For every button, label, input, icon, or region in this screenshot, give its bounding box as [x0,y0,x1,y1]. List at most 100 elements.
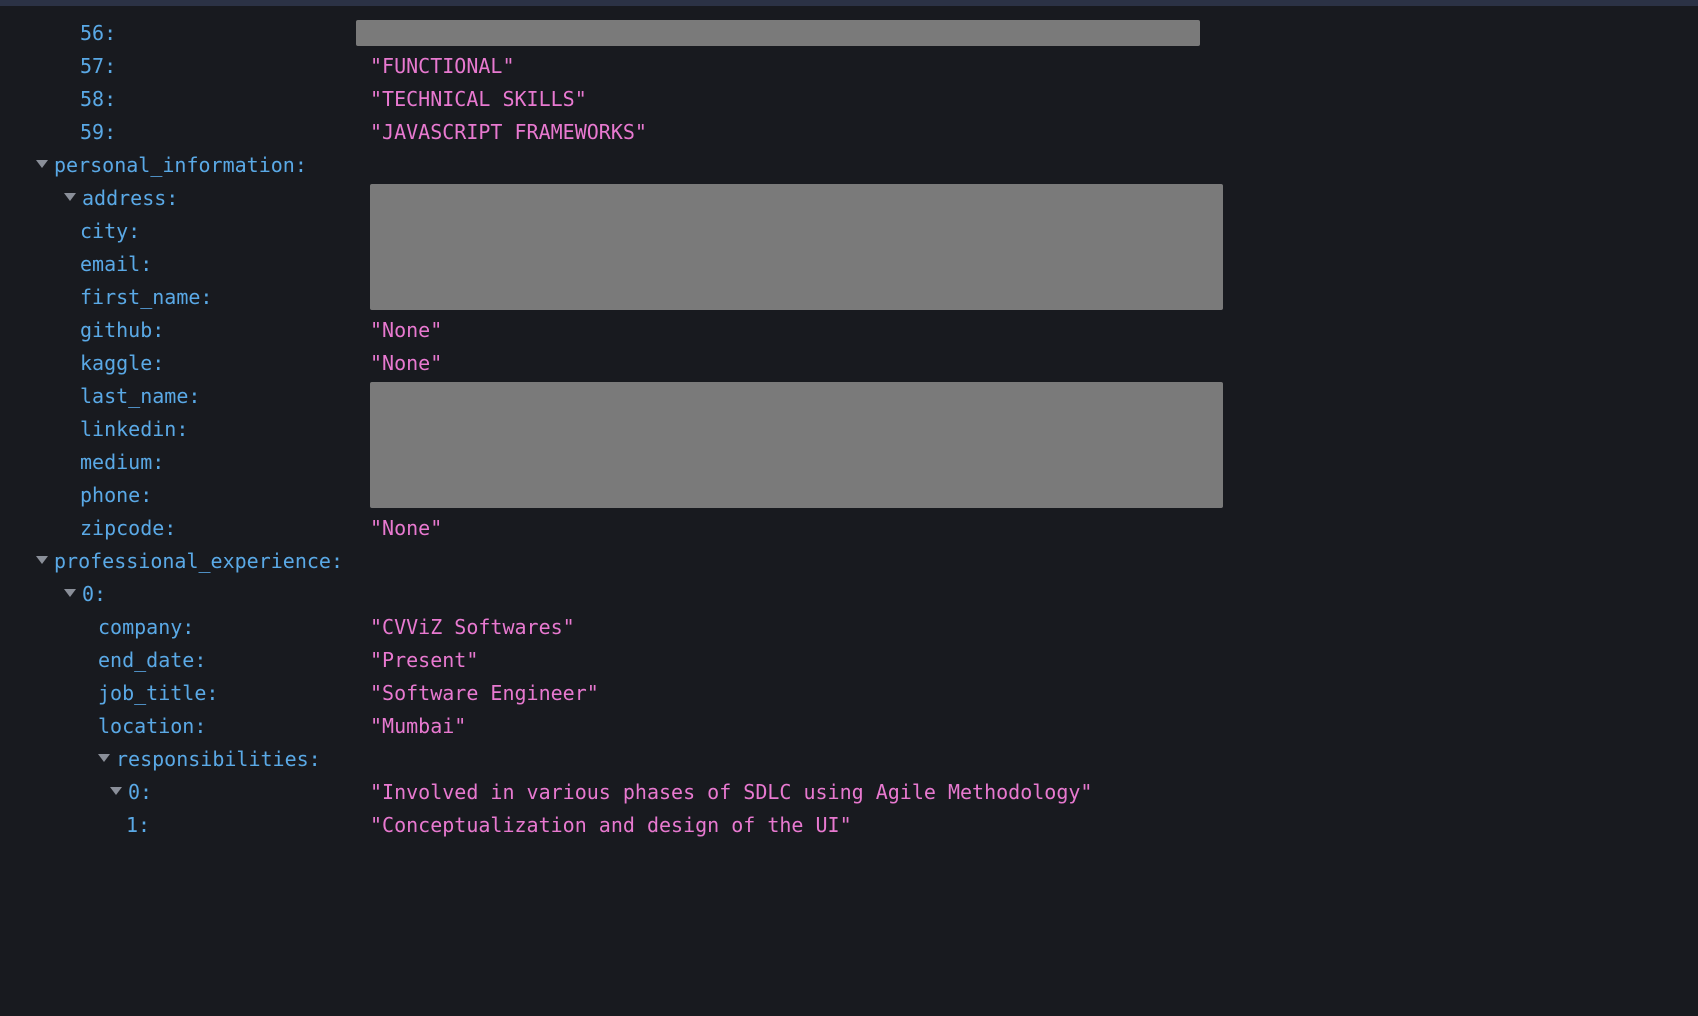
chevron-down-icon[interactable] [110,787,122,795]
tree-value-cell: "FUNCTIONAL" [370,49,1230,82]
tree-key: 59: [80,120,116,144]
tree-value-cell [370,16,1230,49]
tree-value: "FUNCTIONAL" [370,54,515,78]
tree-key-cell: personal_information: [0,148,370,181]
tree-row[interactable]: 1: "Conceptualization and design of the U… [0,808,1698,841]
chevron-down-icon[interactable] [36,160,48,168]
tree-value-cell: "CVViZ Softwares" [370,610,1230,643]
chevron-down-icon[interactable] [98,754,110,762]
tree-key: 0: [82,582,106,606]
tree-key-cell: company: [0,610,370,643]
tree-key: responsibilities: [116,747,321,771]
tree-key: github: [80,318,164,342]
tree-key-cell: end_date: [0,643,370,676]
tree-key: company: [98,615,194,639]
tree-key-cell: 0: [0,775,370,808]
tree-key-cell: phone: [0,478,370,511]
tree-key-cell: 56: [0,16,370,49]
tree-row[interactable]: 0: [0,577,1698,610]
tree-value: "Involved in various phases of SDLC usin… [370,780,1092,804]
tree-value: "Conceptualization and design of the UI" [370,813,852,837]
tree-row[interactable]: location: "Mumbai" [0,709,1698,742]
tree-key: zipcode: [80,516,176,540]
tree-key: job_title: [98,681,218,705]
tree-key: location: [98,714,206,738]
tree-value-cell [370,148,1230,181]
redacted-value [356,20,1200,46]
tree-row[interactable]: kaggle: "None" [0,346,1698,379]
tree-row[interactable]: responsibilities: [0,742,1698,775]
tree-key-cell: responsibilities: [0,742,370,775]
tree-value: "TECHNICAL SKILLS" [370,87,587,111]
tree-value-cell: "Present" [370,643,1230,676]
tree-key: professional_experience: [54,549,343,573]
tree-key: address: [82,186,178,210]
tree-row[interactable]: job_title: "Software Engineer" [0,676,1698,709]
tree-key: email: [80,252,152,276]
tree-row[interactable]: 58: "TECHNICAL SKILLS" [0,82,1698,115]
tree-value-cell: "Conceptualization and design of the UI" [370,808,1230,841]
tree-value: "Present" [370,648,478,672]
tree-key-cell: last_name: [0,379,370,412]
tree-value-cell [370,742,1230,775]
tree-key: first_name: [80,285,212,309]
tree-key: end_date: [98,648,206,672]
tree-row[interactable]: zipcode: "None" [0,511,1698,544]
tree-key-cell: job_title: [0,676,370,709]
tree-row[interactable]: personal_information: [0,148,1698,181]
tree-key-cell: city: [0,214,370,247]
redacted-block [370,382,1223,508]
tree-value: "Mumbai" [370,714,466,738]
tree-value-cell: "None" [370,313,1230,346]
tree-key-cell: address: [0,181,370,214]
tree-key-cell: 58: [0,82,370,115]
tree-key: 56: [80,21,116,45]
tree-key-cell: first_name: [0,280,370,313]
tree-row[interactable]: end_date: "Present" [0,643,1698,676]
tree-row[interactable]: 0: "Involved in various phases of SDLC us… [0,775,1698,808]
tree-key: 57: [80,54,116,78]
tree-key: 58: [80,87,116,111]
tree-key-cell: 57: [0,49,370,82]
tree-value-cell: "Software Engineer" [370,676,1230,709]
tree-row[interactable]: github: "None" [0,313,1698,346]
tree-key: kaggle: [80,351,164,375]
chevron-down-icon[interactable] [64,589,76,597]
tree-key-cell: professional_experience: [0,544,370,577]
tree-key-cell: location: [0,709,370,742]
tree-value-cell: "Involved in various phases of SDLC usin… [370,775,1230,808]
tree-value-cell: "Mumbai" [370,709,1230,742]
tree-value-cell: "TECHNICAL SKILLS" [370,82,1230,115]
chevron-down-icon[interactable] [64,193,76,201]
tree-key: phone: [80,483,152,507]
tree-key: linkedin: [80,417,188,441]
tree-value-cell: "None" [370,346,1230,379]
tree-key-cell: 0: [0,577,370,610]
tree-key: 0: [128,780,152,804]
tree-row[interactable]: company: "CVViZ Softwares" [0,610,1698,643]
tree-value-cell: "None" [370,511,1230,544]
tree-key-cell: medium: [0,445,370,478]
chevron-down-icon[interactable] [36,556,48,564]
json-tree-viewer: 56:57:"FUNCTIONAL"58:"TECHNICAL SKILLS"5… [0,6,1698,841]
tree-value: "None" [370,351,442,375]
tree-key-cell: linkedin: [0,412,370,445]
tree-key: 1: [126,813,150,837]
tree-key-cell: email: [0,247,370,280]
tree-row[interactable]: 59: "JAVASCRIPT FRAMEWORKS" [0,115,1698,148]
tree-row[interactable]: professional_experience: [0,544,1698,577]
tree-key-cell: zipcode: [0,511,370,544]
tree-key-cell: 1: [0,808,370,841]
tree-key: personal_information: [54,153,307,177]
tree-value: "None" [370,516,442,540]
tree-row[interactable]: 57: "FUNCTIONAL" [0,49,1698,82]
tree-row[interactable]: 56: [0,16,1698,49]
tree-value-cell: "JAVASCRIPT FRAMEWORKS" [370,115,1230,148]
tree-key: medium: [80,450,164,474]
tree-value: "JAVASCRIPT FRAMEWORKS" [370,120,647,144]
redacted-block [370,184,1223,310]
tree-value: "Software Engineer" [370,681,599,705]
tree-value: "CVViZ Softwares" [370,615,575,639]
tree-key: last_name: [80,384,200,408]
tree-value-cell [370,577,1230,610]
